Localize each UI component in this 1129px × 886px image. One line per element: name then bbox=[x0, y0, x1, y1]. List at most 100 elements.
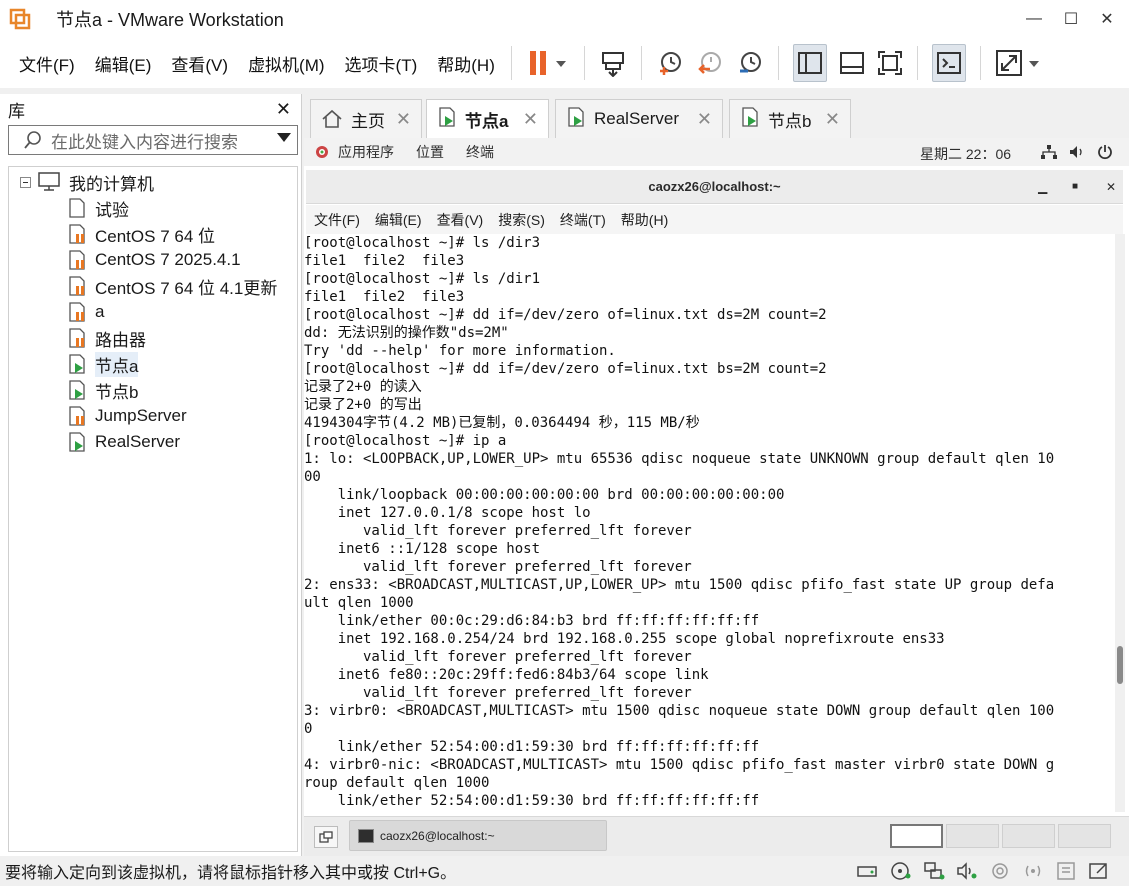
vm-list-item[interactable]: CentOS 7 64 位 4.1更新 bbox=[67, 273, 277, 299]
menu-view[interactable]: 查看(V) bbox=[171, 51, 228, 76]
snapshot-manager-button[interactable] bbox=[736, 44, 764, 82]
volume-icon[interactable] bbox=[1068, 144, 1086, 160]
close-window-button[interactable]: ✕ bbox=[1089, 0, 1125, 38]
library-close-button[interactable]: ✕ bbox=[276, 99, 291, 120]
hard-disk-icon[interactable] bbox=[856, 861, 880, 881]
minimize-button[interactable]: — bbox=[1015, 0, 1053, 38]
vm-list-item[interactable]: RealServer bbox=[67, 429, 180, 455]
workspace-1[interactable] bbox=[890, 824, 943, 848]
vm-list-item[interactable]: 试验 bbox=[67, 195, 129, 221]
terminal-line: inet 127.0.0.1/8 scope host lo bbox=[304, 505, 591, 521]
menu-help[interactable]: 帮助(H) bbox=[437, 51, 495, 76]
terminal-line: file1 file2 file3 bbox=[304, 253, 465, 269]
tab-home[interactable]: 主页 ✕ bbox=[310, 99, 422, 138]
vm-list-item[interactable]: 路由器 bbox=[67, 325, 146, 351]
terminal-menu-search[interactable]: 搜索(S) bbox=[498, 210, 545, 230]
tree-root-my-computer[interactable]: 我的计算机 bbox=[9, 169, 154, 195]
terminal-close-button[interactable]: ✕ bbox=[1106, 180, 1116, 194]
title-bar: 节点a - VMware Workstation — ☐ ✕ bbox=[0, 0, 1129, 38]
toolbar-separator bbox=[916, 46, 918, 80]
pause-button[interactable] bbox=[526, 44, 570, 82]
home-icon bbox=[322, 109, 342, 128]
snapshot-manager-icon bbox=[739, 52, 761, 73]
terminal-line: 4194304字节(4.2 MB)已复制，0.0364494 秒，115 MB/… bbox=[304, 415, 700, 431]
snapshot-take-icon bbox=[659, 52, 681, 75]
message-log-icon[interactable] bbox=[1087, 861, 1111, 881]
tab-realserver[interactable]: RealServer ✕ bbox=[555, 99, 723, 138]
terminal-menu-help[interactable]: 帮助(H) bbox=[621, 210, 668, 230]
vm-off-icon bbox=[67, 197, 87, 219]
terminal-line: file1 file2 file3 bbox=[304, 289, 465, 305]
menu-places[interactable]: 位置 bbox=[416, 142, 444, 162]
clock[interactable]: 星期二 22：06 bbox=[920, 144, 1011, 164]
vm-list-item[interactable]: 节点a bbox=[67, 351, 139, 377]
stretch-mode-button[interactable] bbox=[995, 44, 1041, 82]
snapshot-revert-icon bbox=[698, 52, 721, 74]
terminal-menu-terminal[interactable]: 终端(T) bbox=[560, 210, 606, 230]
menu-applications[interactable]: 应用程序 bbox=[338, 142, 394, 162]
terminal-menu-file[interactable]: 文件(F) bbox=[314, 210, 360, 230]
menu-terminal[interactable]: 终端 bbox=[466, 142, 494, 162]
menu-edit[interactable]: 编辑(E) bbox=[95, 51, 152, 76]
maximize-button[interactable]: ☐ bbox=[1053, 0, 1089, 38]
terminal-line: 0 bbox=[304, 721, 313, 737]
show-desktop-button[interactable] bbox=[314, 826, 338, 848]
vm-list-item[interactable]: 节点b bbox=[67, 377, 138, 403]
task-label: caozx26@localhost:~ bbox=[380, 828, 495, 843]
tab-close-icon[interactable]: ✕ bbox=[697, 109, 712, 130]
collapse-icon[interactable] bbox=[20, 176, 31, 188]
take-snapshot-button[interactable] bbox=[656, 44, 684, 82]
sound-card-icon[interactable] bbox=[955, 861, 979, 881]
thumbnail-bar-button[interactable] bbox=[839, 44, 865, 82]
terminal-menu-view[interactable]: 查看(V) bbox=[437, 210, 484, 230]
tab-node-a[interactable]: 节点a ✕ bbox=[426, 99, 549, 139]
tab-close-icon[interactable]: ✕ bbox=[523, 109, 538, 130]
search-dropdown-icon[interactable] bbox=[277, 133, 291, 142]
console-view-button[interactable] bbox=[931, 44, 966, 82]
cd-rom-icon[interactable] bbox=[889, 861, 913, 881]
terminal-scrollbar[interactable] bbox=[1115, 234, 1125, 812]
vm-list-item[interactable]: JumpServer bbox=[67, 403, 187, 429]
full-screen-button[interactable] bbox=[877, 44, 903, 82]
vm-list-item[interactable]: a bbox=[67, 299, 104, 325]
revert-snapshot-button[interactable] bbox=[696, 44, 724, 82]
workspace-2[interactable] bbox=[946, 824, 999, 848]
scrollbar-thumb[interactable] bbox=[1117, 646, 1123, 684]
printer-icon[interactable] bbox=[1054, 861, 1078, 881]
tab-close-icon[interactable]: ✕ bbox=[396, 109, 411, 130]
terminal-line: ult qlen 1000 bbox=[304, 595, 414, 611]
terminal-menu-edit[interactable]: 编辑(E) bbox=[375, 210, 422, 230]
terminal-line: 记录了2+0 的读入 bbox=[304, 379, 422, 395]
terminal-output[interactable]: [root@localhost ~]# ls /dir3 file1 file2 … bbox=[304, 234, 1109, 812]
wireless-icon[interactable] bbox=[1021, 861, 1045, 881]
library-search-input[interactable]: 在此处键入内容进行搜索 bbox=[51, 128, 238, 153]
vm-list-item[interactable]: CentOS 7 64 位 bbox=[67, 221, 215, 247]
terminal-minimize-button[interactable]: ▁ bbox=[1038, 180, 1047, 194]
send-ctrl-alt-del-button[interactable] bbox=[599, 44, 627, 82]
terminal-maximize-button[interactable]: ■ bbox=[1072, 181, 1078, 192]
taskbar-terminal-task[interactable]: caozx26@localhost:~ bbox=[349, 820, 607, 851]
workspace-4[interactable] bbox=[1058, 824, 1111, 848]
vmware-logo-icon bbox=[9, 8, 31, 30]
terminal-line: link/ether 52:54:00:d1:59:30 brd ff:ff:f… bbox=[304, 793, 760, 809]
workspace-3[interactable] bbox=[1002, 824, 1055, 848]
vm-list-item[interactable]: CentOS 7 2025.4.1 bbox=[67, 247, 241, 273]
tab-node-b[interactable]: 节点b ✕ bbox=[729, 99, 851, 138]
window-title: 节点a - VMware Workstation bbox=[56, 10, 284, 30]
menu-tabs[interactable]: 选项卡(T) bbox=[345, 51, 418, 76]
library-header: 库 ✕ bbox=[0, 94, 301, 124]
usb-icon[interactable] bbox=[988, 861, 1012, 881]
toolbar-separator bbox=[510, 46, 512, 80]
vm-console[interactable]: 应用程序 位置 终端 星期二 22：06 caozx26@localhost:~… bbox=[304, 138, 1129, 856]
network-icon[interactable] bbox=[1040, 144, 1058, 160]
terminal-line: valid_lft forever preferred_lft forever bbox=[304, 559, 692, 575]
library-search[interactable]: 在此处键入内容进行搜索 bbox=[8, 125, 298, 155]
menu-vm[interactable]: 虚拟机(M) bbox=[248, 51, 324, 76]
show-library-button[interactable] bbox=[792, 44, 827, 82]
vm-list-item-label: CentOS 7 64 位 4.1更新 bbox=[95, 278, 278, 298]
network-adapter-icon[interactable] bbox=[922, 861, 946, 881]
menu-file[interactable]: 文件(F) bbox=[19, 51, 75, 76]
tab-close-icon[interactable]: ✕ bbox=[825, 109, 840, 130]
vm-list-item-label: JumpServer bbox=[95, 406, 187, 425]
power-icon[interactable] bbox=[1096, 143, 1114, 161]
